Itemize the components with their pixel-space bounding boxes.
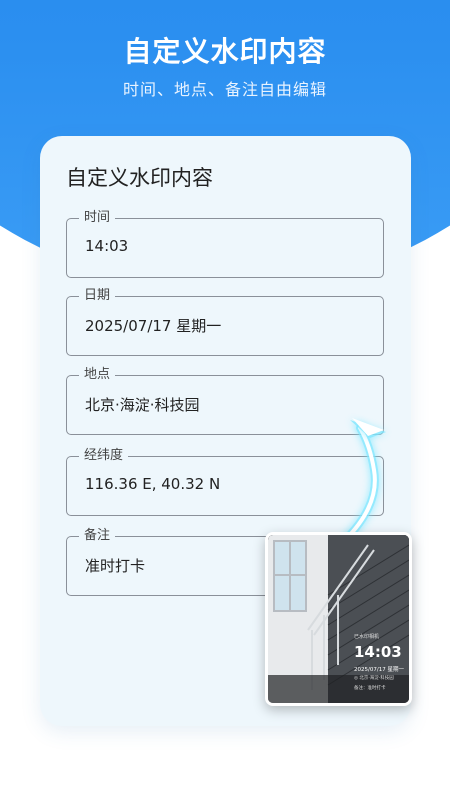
location-field-label: 地点 xyxy=(79,366,116,384)
coordinates-field-label: 经纬度 xyxy=(79,447,129,465)
watermark-time: 14:03 xyxy=(354,643,402,661)
date-field[interactable]: 日期 2025/07/17 星期一 xyxy=(66,287,384,356)
time-field-value[interactable]: 14:03 xyxy=(85,237,128,255)
date-field-label: 日期 xyxy=(79,287,116,305)
coordinates-field[interactable]: 经纬度 116.36 E, 40.32 N xyxy=(66,447,384,516)
hero-title: 自定义水印内容 xyxy=(123,35,327,68)
location-field[interactable]: 地点 北京·海淀·科技园 xyxy=(66,366,384,435)
note-field-value[interactable]: 准时打卡 xyxy=(85,555,145,576)
card-title: 自定义水印内容 xyxy=(66,166,213,190)
watermark-date: 2025/07/17 星期一 xyxy=(354,667,404,673)
note-field-label: 备注 xyxy=(79,527,116,545)
time-field[interactable]: 时间 14:03 xyxy=(66,209,384,278)
date-field-value[interactable]: 2025/07/17 星期一 xyxy=(85,315,221,336)
hero-subtitle: 时间、地点、备注自由编辑 xyxy=(122,80,327,99)
watermark-location: ◎ 北京·海淀·科技园 xyxy=(354,676,394,681)
watermark-tag: 已水印相机 xyxy=(354,634,380,640)
watermark-note: 备注：准时打卡 xyxy=(354,686,386,691)
time-field-label: 时间 xyxy=(79,209,116,227)
location-field-value[interactable]: 北京·海淀·科技园 xyxy=(85,394,200,415)
watermark-preview-photo: 已水印相机 14:03 2025/07/17 星期一 ◎ 北京·海淀·科技园 备… xyxy=(265,532,412,706)
coordinates-field-value[interactable]: 116.36 E, 40.32 N xyxy=(85,475,220,493)
